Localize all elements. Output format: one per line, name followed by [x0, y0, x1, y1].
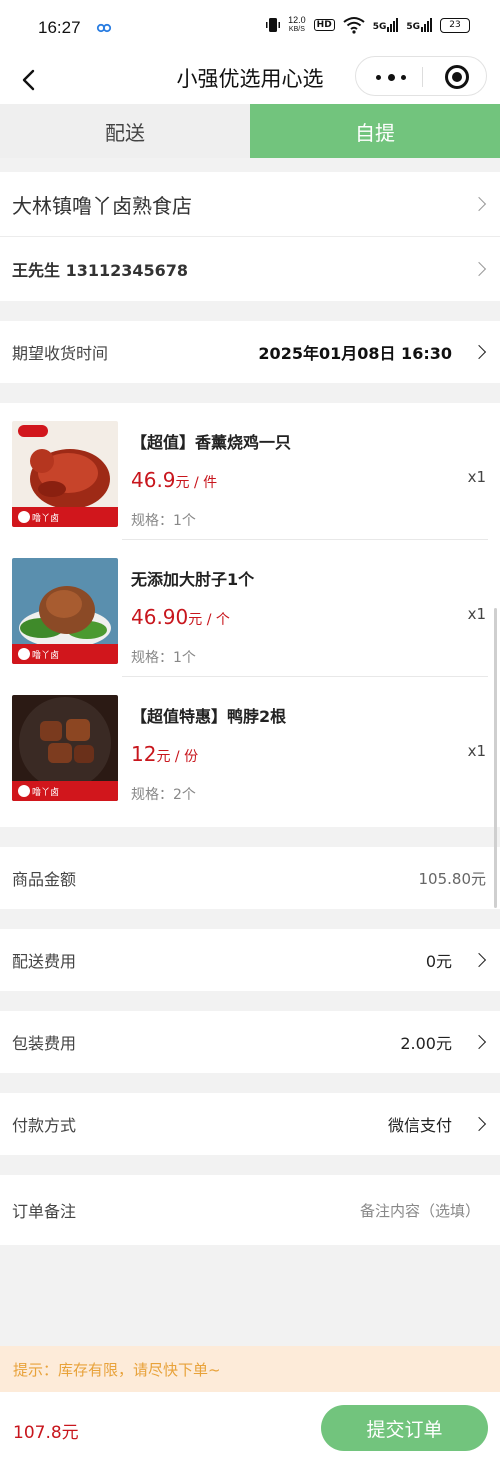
battery-icon: 23	[440, 17, 470, 33]
payment-card: 付款方式 微信支付	[0, 1093, 500, 1155]
pickup-time-label: 期望收货时间	[12, 344, 109, 363]
total-price: 107.8元	[13, 1423, 79, 1443]
close-miniprogram-icon[interactable]	[445, 65, 469, 89]
miniprogram-capsule	[355, 56, 487, 96]
product-price: 46.90元 / 个	[131, 605, 230, 629]
payment-method-label: 付款方式	[12, 1116, 77, 1135]
vibrate-icon	[266, 18, 281, 32]
product-image-pork-knuckle: 噜丫卤	[12, 558, 118, 664]
status-bar: 16:27 12.0 KB/S HD 5G 5G 23	[0, 0, 500, 56]
chevron-right-icon	[471, 952, 487, 968]
product-price: 46.9元 / 件	[131, 468, 218, 492]
store-name: 大林镇噜丫卤熟食店	[12, 193, 192, 218]
product-price: 12元 / 份	[131, 742, 199, 766]
signal-icon-2: 5G	[406, 18, 432, 32]
chevron-right-icon	[471, 1116, 487, 1132]
goods-amount-row: 商品金额 105.80元	[0, 847, 500, 909]
list-item: 噜丫卤 【超值】香薰烧鸡一只 46.9元 / 件 规格：1个 x1	[0, 403, 500, 540]
chevron-right-icon	[471, 196, 487, 212]
svg-text:噜丫卤: 噜丫卤	[32, 512, 59, 524]
delivery-fee-label: 配送费用	[12, 952, 77, 971]
list-item: 噜丫卤 【超值特惠】鸭脖2根 12元 / 份 规格：2个 x1	[0, 677, 500, 814]
product-qty: x1	[467, 468, 486, 486]
status-time: 16:27	[38, 18, 81, 37]
order-remark-row[interactable]: 订单备注 备注内容（选填）	[0, 1175, 500, 1245]
store-row[interactable]: 大林镇噜丫卤熟食店	[0, 172, 500, 237]
hd-badge: HD	[313, 19, 335, 31]
packaging-fee-label: 包装费用	[12, 1034, 77, 1053]
pickup-time-row[interactable]: 期望收货时间 2025年01月08日 16:30	[0, 321, 500, 383]
delivery-fee-row[interactable]: 配送费用 0元	[0, 929, 500, 991]
pickup-time-value: 2025年01月08日 16:30	[258, 344, 452, 363]
network-speed: 12.0 KB/S	[288, 15, 306, 34]
goods-amount-value: 105.80元	[418, 869, 487, 888]
packaging-fee-row[interactable]: 包装费用 2.00元	[0, 1011, 500, 1073]
list-item: 噜丫卤 无添加大肘子1个 46.90元 / 个 规格：1个 x1	[0, 540, 500, 677]
submit-order-button[interactable]: 提交订单	[321, 1405, 488, 1451]
status-indicators: 12.0 KB/S HD 5G 5G 23	[266, 16, 470, 34]
product-spec: 规格：1个	[131, 650, 196, 666]
product-name: 【超值特惠】鸭脖2根	[131, 707, 287, 726]
order-remark-input[interactable]: 备注内容（选填）	[360, 1200, 480, 1221]
pickup-time-card: 期望收货时间 2025年01月08日 16:30	[0, 321, 500, 383]
packaging-fee-value: 2.00元	[400, 1034, 452, 1053]
svg-text:噜丫卤: 噜丫卤	[32, 649, 59, 661]
delivery-fee-card: 配送费用 0元	[0, 929, 500, 991]
checkout-bar: 107.8元 提交订单	[0, 1392, 500, 1464]
pickup-info-card: 大林镇噜丫卤熟食店 王先生 13112345678	[0, 172, 500, 301]
nav-bar: 小强优选用心选	[0, 56, 500, 104]
order-remark-label: 订单备注	[12, 1202, 77, 1221]
chevron-right-icon	[471, 1034, 487, 1050]
capsule-divider	[422, 67, 423, 87]
remark-card: 订单备注 备注内容（选填）	[0, 1175, 500, 1245]
svg-text:噜丫卤: 噜丫卤	[32, 786, 59, 798]
product-image-roast-chicken: 噜丫卤	[12, 421, 118, 527]
product-qty: x1	[467, 742, 486, 760]
goods-amount-card: 商品金额 105.80元	[0, 847, 500, 909]
cloud-sync-icon	[96, 23, 112, 33]
packaging-fee-card: 包装费用 2.00元	[0, 1011, 500, 1073]
scrollbar[interactable]	[494, 608, 497, 908]
product-name: 无添加大肘子1个	[131, 570, 255, 589]
more-icon[interactable]	[376, 67, 406, 87]
product-list: 噜丫卤 【超值】香薰烧鸡一只 46.9元 / 件 规格：1个 x1 噜丫卤 无添…	[0, 403, 500, 827]
tab-delivery[interactable]: 配送	[0, 104, 250, 158]
product-spec: 规格：2个	[131, 787, 196, 803]
product-spec: 规格：1个	[131, 513, 196, 529]
contact-row[interactable]: 王先生 13112345678	[0, 237, 500, 301]
goods-amount-label: 商品金额	[12, 870, 77, 889]
product-qty: x1	[467, 605, 486, 623]
payment-method-row[interactable]: 付款方式 微信支付	[0, 1093, 500, 1155]
wifi-icon	[343, 17, 365, 34]
payment-method-value: 微信支付	[387, 1116, 452, 1135]
stock-tip-banner: 提示：库存有限，请尽快下单~	[0, 1346, 500, 1392]
product-image-duck-neck: 噜丫卤	[12, 695, 118, 801]
chevron-right-icon	[471, 344, 487, 360]
signal-icon-1: 5G	[373, 18, 399, 32]
product-name: 【超值】香薰烧鸡一只	[131, 433, 292, 452]
tab-pickup[interactable]: 自提	[250, 104, 500, 158]
chevron-right-icon	[471, 261, 487, 277]
contact-info: 王先生 13112345678	[12, 261, 189, 280]
delivery-mode-tabs: 配送 自提	[0, 104, 500, 158]
delivery-fee-value: 0元	[425, 952, 452, 971]
